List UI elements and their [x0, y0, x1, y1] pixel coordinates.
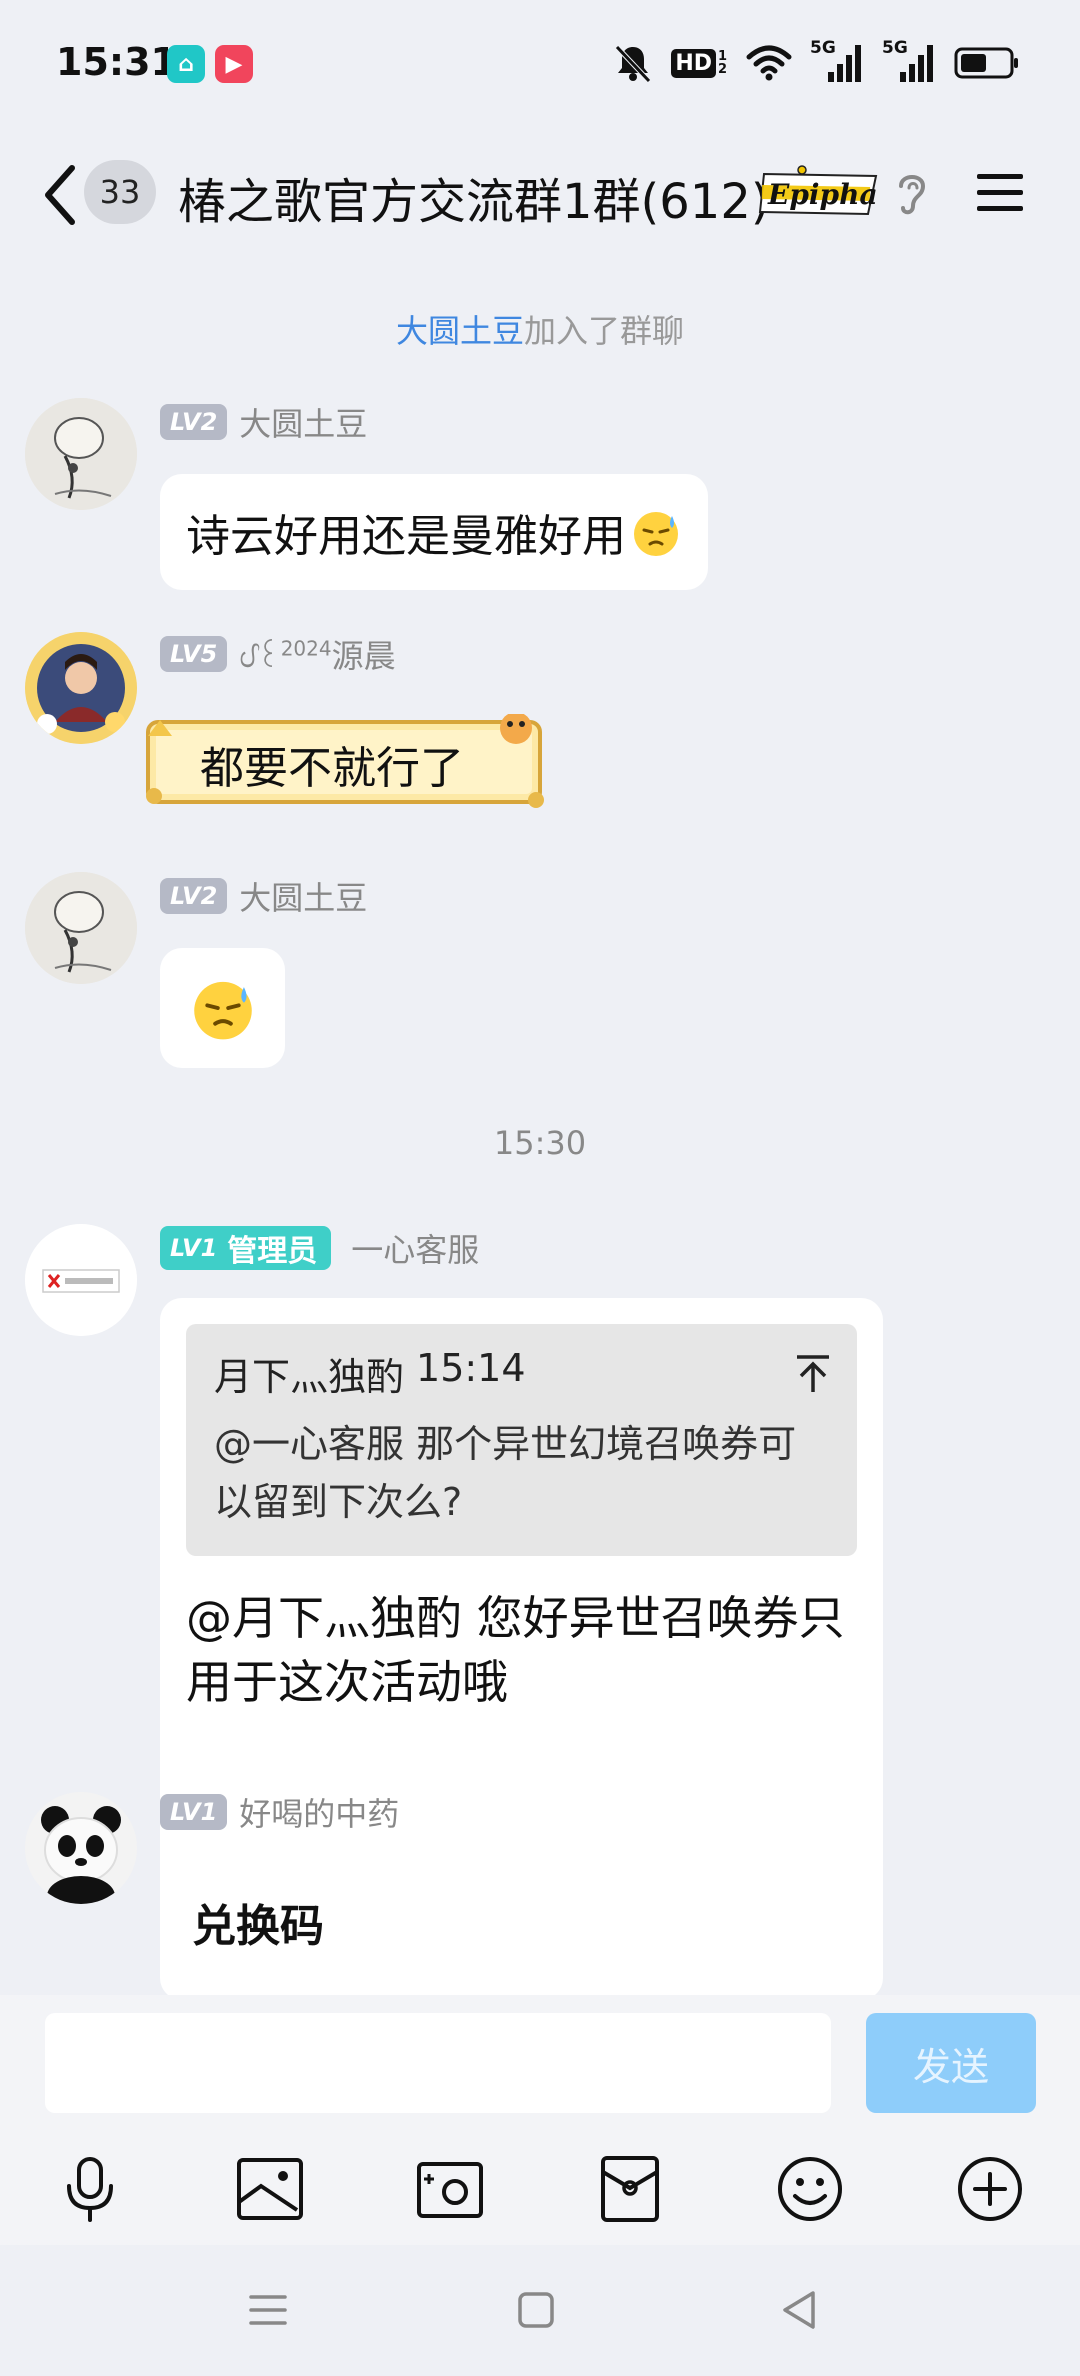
message-bubble[interactable]: 诗云好用还是曼雅好用: [160, 474, 708, 590]
emoji-icon[interactable]: [775, 2154, 845, 2224]
video-app-icon: ▶: [215, 45, 253, 83]
message-meta: LV2 大圆土豆: [160, 399, 367, 445]
message-meta: LV5 ᦔ꒰2024源晨: [160, 631, 396, 677]
send-button[interactable]: 发送: [866, 2013, 1036, 2113]
mute-icon: [615, 45, 652, 83]
back-icon[interactable]: [775, 2285, 825, 2335]
avatar[interactable]: [25, 1224, 137, 1336]
wifi-icon: [746, 45, 792, 81]
home-icon[interactable]: [511, 2285, 561, 2335]
message-text: @月下灬独酌 您好异世召唤券只用于这次活动哦: [186, 1591, 845, 1709]
level-badge: LV2: [160, 404, 228, 440]
sweat-emoji: [634, 512, 678, 556]
level-badge: LV5: [160, 636, 228, 672]
chat-header: 33 椿之歌官方交流群1群(612) Epiphany: [0, 130, 1080, 262]
sender-year: 2024: [280, 636, 332, 661]
microphone-icon[interactable]: [55, 2154, 125, 2224]
message-input[interactable]: [45, 2013, 831, 2113]
hd-label: HD: [671, 48, 716, 78]
status-time: 15:31: [56, 40, 177, 84]
quote-header: 月下灬独酌 15:14: [214, 1346, 829, 1401]
time-separator: 15:30: [493, 1124, 587, 1162]
message-list[interactable]: 大圆土豆加入了群聊 LV2 大圆土豆 诗云好用还是曼雅好用 LV5 ᦔ꒰2024…: [0, 262, 1080, 1995]
hd-icon: HD 1 2: [671, 48, 728, 78]
message-text: 都要不就行了: [200, 743, 464, 794]
sweat-emoji: [193, 981, 252, 1040]
system-navigation-bar: [0, 2245, 1080, 2376]
sender-name-text: 源晨: [331, 637, 396, 675]
signal-5g-icon: 5G: [882, 38, 936, 84]
back-arrow-icon[interactable]: [40, 160, 80, 230]
recents-icon[interactable]: [243, 2285, 293, 2335]
status-indicators: HD 1 2 5G 5G: [613, 38, 1020, 88]
sender-name[interactable]: ᦔ꒰2024源晨: [239, 631, 395, 677]
quoted-message[interactable]: 月下灬独酌 15:14 @一心客服 那个异世幻境召唤券可以留到下次么?: [186, 1324, 857, 1556]
quote-author: 月下灬独酌: [214, 1355, 405, 1399]
group-badge[interactable]: Epiphany: [758, 164, 916, 222]
battery-icon: [954, 47, 1018, 79]
hd-sub-label: 1 2: [718, 49, 728, 77]
status-bar: 15:31 ⌂ ▶ HD 1 2 5G 5G: [0, 0, 1080, 130]
group-title[interactable]: 椿之歌官方交流群1群(612): [178, 162, 770, 232]
group-badge-text: Epiphany: [767, 178, 878, 211]
level-badge: LV2: [160, 878, 228, 914]
sender-name[interactable]: 好喝的中药: [239, 1789, 399, 1835]
admin-role-tag: 管理员: [223, 1226, 332, 1270]
message-meta: LV1 管理员 一心客服: [160, 1224, 479, 1272]
sender-name[interactable]: 大圆土豆: [239, 873, 367, 919]
message-bubble[interactable]: [160, 948, 285, 1068]
join-text: 加入了群聊: [524, 312, 685, 350]
message-bubble[interactable]: 兑换码: [160, 1866, 356, 1978]
red-packet-icon[interactable]: [595, 2154, 665, 2224]
avatar[interactable]: [25, 1792, 137, 1904]
ear-icon[interactable]: [895, 168, 929, 218]
plus-icon[interactable]: [955, 2154, 1025, 2224]
signal-5g-icon: 5G: [810, 38, 864, 84]
message-text: 兑换码: [192, 1901, 324, 1952]
menu-icon[interactable]: [975, 170, 1025, 216]
quote-time: 15:14: [416, 1346, 526, 1390]
scroll-message-bubble[interactable]: 都要不就行了: [142, 714, 547, 810]
jump-to-top-icon[interactable]: [795, 1354, 831, 1394]
avatar[interactable]: [25, 872, 137, 984]
joined-user-name[interactable]: 大圆土豆: [396, 312, 524, 350]
quote-text: @一心客服 那个异世幻境召唤券可以留到下次么?: [214, 1422, 797, 1524]
sender-prefix: ᦔ꒰: [239, 637, 281, 675]
message-text: 诗云好用还是曼雅好用: [186, 511, 626, 562]
message-meta: LV2 大圆土豆: [160, 873, 367, 919]
image-icon[interactable]: [235, 2154, 305, 2224]
system-message: 大圆土豆加入了群聊: [0, 306, 1080, 352]
avatar[interactable]: [25, 398, 137, 510]
unread-count-badge[interactable]: 33: [84, 160, 156, 224]
camera-icon[interactable]: [415, 2154, 485, 2224]
level-badge: LV1: [160, 1794, 228, 1830]
sender-name[interactable]: 一心客服: [351, 1225, 479, 1271]
sender-name[interactable]: 大圆土豆: [239, 399, 367, 445]
input-toolbar: [0, 2130, 1080, 2245]
home-app-icon: ⌂: [167, 45, 205, 83]
level-badge: LV1: [160, 1226, 224, 1270]
message-meta: LV1 好喝的中药: [160, 1789, 399, 1835]
avatar[interactable]: [25, 632, 137, 744]
input-bar: 发送: [0, 1995, 1080, 2130]
